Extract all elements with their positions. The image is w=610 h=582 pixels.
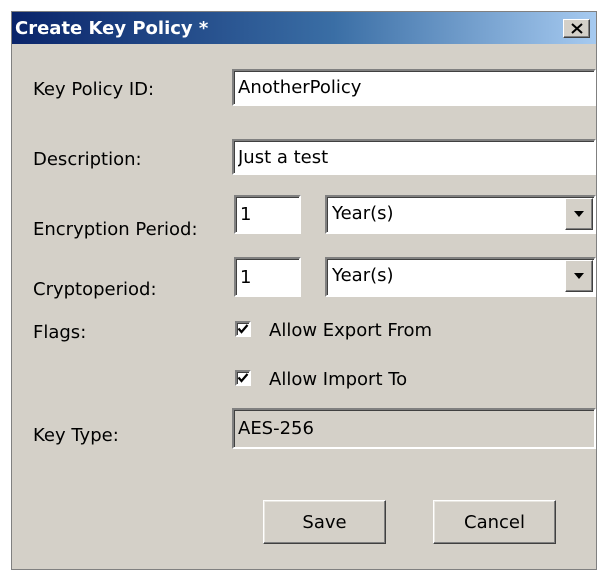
encryption-period-number-input[interactable] [234,195,301,234]
allow-export-checkbox[interactable] [235,321,251,337]
cryptoperiod-dropdown-button[interactable] [565,260,593,292]
cryptoperiod-unit-value: Year(s) [332,265,394,286]
cryptoperiod-unit-select[interactable]: Year(s) [325,257,596,297]
cancel-button[interactable]: Cancel [433,500,556,544]
allow-import-label[interactable]: Allow Import To [269,369,407,390]
chevron-down-icon [574,211,584,217]
encryption-period-unit-select[interactable]: Year(s) [325,195,596,234]
title-bar[interactable]: Create Key Policy * [12,12,596,44]
allow-import-checkbox[interactable] [235,370,251,386]
dialog-title: Create Key Policy * [15,18,209,39]
encryption-period-dropdown-button[interactable] [565,198,593,230]
key-type-label: Key Type: [33,425,119,446]
encryption-period-label: Encryption Period: [33,219,198,240]
close-button[interactable] [563,19,590,38]
cryptoperiod-number-input[interactable] [234,257,301,297]
flags-label: Flags: [33,322,87,343]
description-label: Description: [33,149,142,170]
description-input[interactable] [232,139,596,175]
key-policy-id-label: Key Policy ID: [33,79,155,100]
checkmark-icon [237,324,249,334]
chevron-down-icon [574,273,584,279]
close-icon [570,23,583,34]
key-policy-id-input[interactable] [232,69,596,106]
cryptoperiod-label: Cryptoperiod: [33,279,157,300]
encryption-period-unit-value: Year(s) [332,203,394,224]
create-key-policy-dialog: Create Key Policy * Key Policy ID: Descr… [11,11,597,570]
checkmark-icon [237,373,249,383]
key-type-field [232,408,596,449]
allow-export-label[interactable]: Allow Export From [269,320,432,341]
save-button[interactable]: Save [263,500,386,544]
